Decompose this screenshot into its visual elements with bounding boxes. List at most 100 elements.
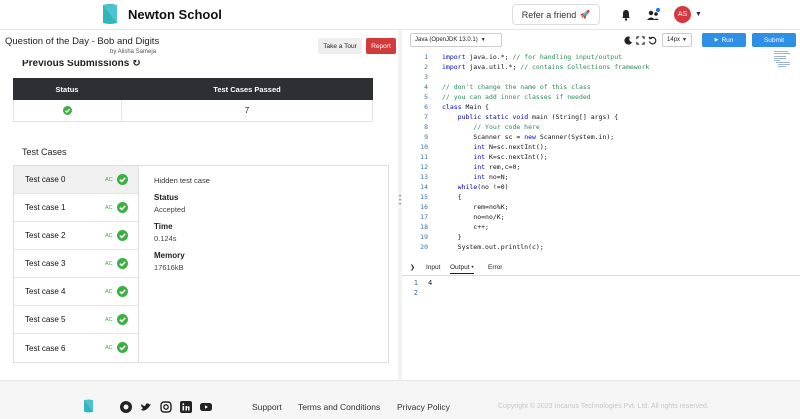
test-case-item[interactable]: Test case 2 AC [14, 222, 138, 250]
code-line[interactable]: 16 rem=no%K; [402, 202, 762, 212]
newton-logo-icon[interactable] [82, 399, 95, 413]
run-label: Run [721, 36, 734, 44]
code-line[interactable]: 2 import java.util.*; // contains Collect… [402, 62, 762, 72]
test-case-item[interactable]: Test case 1 AC [14, 194, 138, 222]
newton-logo-icon [103, 4, 117, 24]
ac-badge: AC [105, 176, 113, 183]
test-case-item[interactable]: Test case 6 AC [14, 334, 138, 362]
code-text: int no=N; [473, 173, 509, 181]
code-line[interactable]: 4 // don't change the name of this class [402, 82, 762, 92]
footer-link-privacy[interactable]: Privacy Policy [397, 402, 450, 412]
code-line[interactable]: 7 public static void main (String[] args… [402, 112, 762, 122]
test-cases-panel: Test case 0 AC Test case 1 AC Test case … [13, 165, 389, 363]
twitter-icon[interactable] [140, 401, 152, 413]
dark-mode-icon[interactable] [622, 34, 634, 46]
output-text: 4 [428, 279, 433, 287]
hidden-case-text: Hidden test case [154, 176, 210, 185]
take-tour-button[interactable]: Take a Tour [318, 38, 362, 54]
output-tab-label: Output [450, 264, 470, 271]
table-row[interactable]: 7 [13, 100, 373, 122]
youtube-icon[interactable] [200, 401, 212, 413]
status-cell [14, 100, 122, 121]
ac-badge: AC [105, 316, 113, 323]
check-circle-icon [117, 230, 128, 241]
line-number: 15 [420, 193, 428, 201]
submit-button[interactable]: Submit [752, 33, 796, 47]
reset-icon[interactable] [646, 34, 658, 46]
test-case-item[interactable]: Test case 4 AC [14, 278, 138, 306]
line-number: 16 [420, 203, 428, 211]
table-header: Status Test Cases Passed [13, 78, 373, 100]
tab-output[interactable]: Output • [450, 264, 474, 274]
ac-badge: AC [105, 288, 113, 295]
check-circle-icon [117, 202, 128, 213]
run-button[interactable]: ▶ Run [702, 33, 746, 47]
chevron-down-icon[interactable]: ❯ [410, 264, 415, 271]
status-label: Status [154, 193, 179, 202]
check-circle-icon [117, 258, 128, 269]
font-size-value: 14px [667, 37, 681, 43]
code-line[interactable]: 18 c++; [402, 222, 762, 232]
line-number: 4 [424, 83, 428, 91]
code-editor[interactable]: 1 import java.io.*; // for handling input… [402, 50, 800, 258]
github-icon[interactable] [120, 401, 132, 413]
line-number: 1 [424, 53, 428, 61]
line-number: 5 [424, 93, 428, 101]
line-number: 8 [424, 123, 428, 131]
line-number: 13 [420, 173, 428, 181]
footer-link-terms[interactable]: Terms and Conditions [298, 402, 380, 412]
code-line[interactable]: 5 // you can add inner classes if needed [402, 92, 762, 102]
chevron-down-icon[interactable]: ▼ [695, 11, 702, 18]
code-line[interactable]: 9 Scanner sc = new Scanner(System.in); [402, 132, 762, 142]
code-line[interactable]: 17 no=no/K; [402, 212, 762, 222]
code-text: int rem,c=0; [473, 163, 521, 171]
problem-panel: Question of the Day - Bob and Digits by … [0, 30, 398, 380]
line-number: 6 [424, 103, 428, 111]
bell-icon[interactable] [618, 7, 634, 23]
language-select[interactable]: Java (OpenJDK 13.0.1) ▼ [410, 33, 502, 47]
footer-link-support[interactable]: Support [252, 402, 282, 412]
line-number: 2 [424, 63, 428, 71]
avatar[interactable]: AS [674, 6, 691, 23]
test-case-item[interactable]: Test case 3 AC [14, 250, 138, 278]
code-line[interactable]: 19 } [402, 232, 762, 242]
code-line[interactable]: 6 class Main { [402, 102, 762, 112]
refer-friend-button[interactable]: Refer a friend 🚀 [512, 4, 600, 25]
fullscreen-icon[interactable] [634, 34, 646, 46]
instagram-icon[interactable] [160, 401, 172, 413]
copyright-text: Copyright © 2023 Incanus Technologies Pv… [498, 403, 709, 410]
code-line[interactable]: 11 int K=sc.nextInt(); [402, 152, 762, 162]
code-text: import java.io.*; // for handling input/… [442, 53, 623, 61]
test-case-item[interactable]: Test case 0 AC [14, 166, 138, 194]
status-value: Accepted [154, 205, 186, 214]
code-line[interactable]: 10 int N=sc.nextInt(); [402, 142, 762, 152]
community-icon[interactable] [645, 7, 661, 23]
report-button[interactable]: Report [366, 38, 396, 54]
code-text: class Main { [442, 103, 489, 111]
code-line[interactable]: 8 // Your code here [402, 122, 762, 132]
code-minimap[interactable] [774, 50, 796, 70]
code-text: import java.util.*; // contains Collecti… [442, 63, 650, 71]
code-line[interactable]: 15 { [402, 192, 762, 202]
code-line[interactable]: 12 int rem,c=0; [402, 162, 762, 172]
column-status: Status [55, 84, 79, 94]
font-size-select[interactable]: 14px ▼ [662, 33, 692, 47]
line-number: 19 [420, 233, 428, 241]
brand-logo[interactable]: Newton School [100, 3, 222, 25]
tab-error[interactable]: Error [488, 264, 502, 271]
code-line[interactable]: 20 System.out.println(c); [402, 242, 762, 252]
tab-input[interactable]: Input [426, 264, 440, 271]
refer-label: Refer a friend [521, 9, 577, 20]
test-case-item[interactable]: Test case 5 AC [14, 306, 138, 334]
code-line[interactable]: 3 [402, 72, 762, 82]
code-line[interactable]: 14 while(no !=0) [402, 182, 762, 192]
code-line[interactable]: 1 import java.io.*; // for handling input… [402, 52, 762, 62]
code-text: no=no/K; [442, 213, 505, 221]
language-value: Java (OpenJDK 13.0.1) [415, 37, 478, 43]
linkedin-icon[interactable] [180, 401, 192, 413]
check-circle-icon [117, 286, 128, 297]
code-line[interactable]: 13 int no=N; [402, 172, 762, 182]
line-number: 9 [424, 133, 428, 141]
output-line: 2 [402, 289, 428, 297]
footer: Support Terms and Conditions Privacy Pol… [0, 380, 800, 419]
